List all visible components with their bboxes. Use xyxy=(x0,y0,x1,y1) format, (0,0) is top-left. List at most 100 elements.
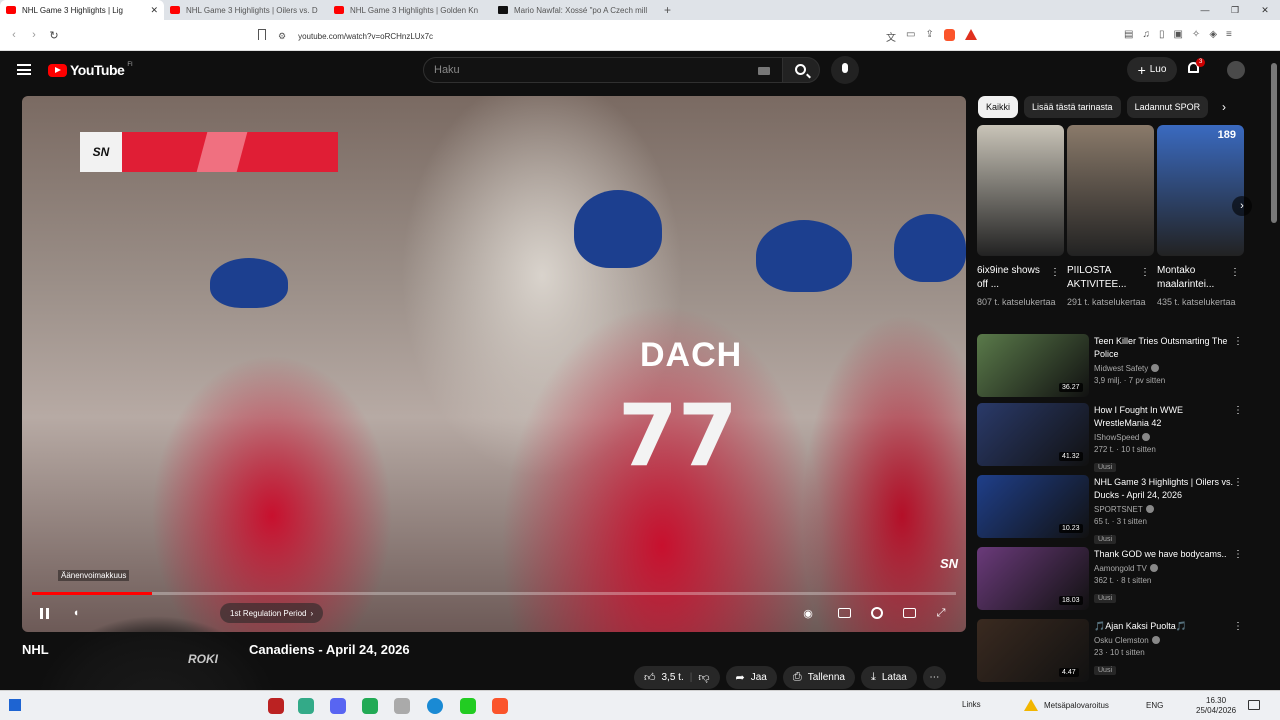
windows-start-icon[interactable] xyxy=(9,699,21,711)
clock[interactable]: 16.30 25/04/2026 xyxy=(1196,696,1236,716)
share-button[interactable]: ➦ Jaa xyxy=(725,666,777,689)
more-options-icon[interactable]: ⋮ xyxy=(1233,336,1243,347)
more-options-icon[interactable]: ⋮ xyxy=(1050,267,1060,278)
theater-mode-button[interactable] xyxy=(899,603,919,623)
app-icon-recorder[interactable] xyxy=(268,698,284,714)
video-player[interactable]: DACH 77 SN SN Äänenvoimakkuus ◖ 1st Regu… xyxy=(22,96,966,632)
download-button[interactable]: ⤓ Lataa xyxy=(860,666,917,689)
search-input[interactable] xyxy=(434,64,754,76)
video-title[interactable]: Thank GOD we have bodycams.. xyxy=(1094,548,1234,561)
filter-chip[interactable]: Ladannut SPOR xyxy=(1126,96,1209,118)
more-options-icon[interactable]: ⋮ xyxy=(1140,267,1150,278)
thumbs-down-icon[interactable]: 👎︎ xyxy=(698,671,709,684)
short-card[interactable]: 6ix9ine shows off ... ⋮ 807 t. katselukert… xyxy=(977,125,1064,309)
notification-center-icon[interactable] xyxy=(1248,700,1260,710)
avatar[interactable] xyxy=(1227,61,1245,79)
scrollbar-thumb[interactable] xyxy=(1271,63,1277,223)
links-toolbar[interactable]: Links xyxy=(962,700,981,709)
video-title[interactable]: Teen Killer Tries Outsmarting The Police xyxy=(1094,335,1234,361)
more-actions-button[interactable]: ⋯ xyxy=(922,666,946,689)
app-icon-photos[interactable] xyxy=(298,698,314,714)
menu-icon[interactable]: ≡ xyxy=(1226,29,1232,40)
reader-icon[interactable]: ▤ xyxy=(1124,29,1133,40)
settings-button[interactable] xyxy=(867,603,887,623)
shorts-next-button[interactable]: › xyxy=(1232,196,1252,216)
recommended-video[interactable]: 4.47 🎵Ajan Kaksi Puolta🎵 Osku Clemston 23 ·… xyxy=(977,619,1247,685)
subtitles-button[interactable] xyxy=(834,603,854,623)
short-card[interactable]: 189 Montako maalarintei... ⋮ 435 t. katselu… xyxy=(1157,125,1244,309)
translate-icon[interactable]: 文 xyxy=(886,29,896,44)
more-options-icon[interactable]: ⋮ xyxy=(1233,405,1243,416)
language-indicator[interactable]: ENG xyxy=(1146,701,1163,710)
edge-icon[interactable] xyxy=(427,698,443,714)
sidebar-icon[interactable]: ▯ xyxy=(1159,29,1165,40)
close-icon[interactable]: ✕ xyxy=(150,5,158,16)
forward-icon[interactable]: › xyxy=(24,29,44,41)
video-title[interactable]: 🎵Ajan Kaksi Puolta🎵 xyxy=(1094,620,1234,633)
voice-search-button[interactable] xyxy=(831,56,859,84)
recommended-video[interactable]: 18.03 Thank GOD we have bodycams.. Aamongo… xyxy=(977,547,1247,613)
maximize-button[interactable]: ❐ xyxy=(1220,0,1250,20)
short-card[interactable]: PIILOSTA AKTIVITEE... ⋮ 291 t. katselukert… xyxy=(1067,125,1154,309)
short-title[interactable]: 6ix9ine shows off ... xyxy=(977,264,1049,292)
browser-tab[interactable]: Mario Nawfal: Xossé "po A Czech mill xyxy=(492,0,656,20)
youtube-logo[interactable]: YouTube FI xyxy=(48,62,133,78)
browser-tab[interactable]: NHL Game 3 Highlights | Golden Kn xyxy=(328,0,492,20)
filter-chip[interactable]: Lisää tästä tarinasta xyxy=(1024,96,1121,118)
new-tab-button[interactable]: + xyxy=(656,3,679,17)
weather-widget[interactable]: Metsäpalovaroitus xyxy=(1024,699,1109,711)
ai-icon[interactable]: ✧ xyxy=(1192,29,1200,40)
video-title[interactable]: How I Fought In WWE WrestleMania 42 xyxy=(1094,404,1234,430)
channel-name[interactable]: Osku Clemston xyxy=(1094,635,1234,647)
short-title[interactable]: Montako maalarintei... xyxy=(1157,264,1229,292)
notifications-button[interactable]: 3 xyxy=(1188,58,1206,76)
fullscreen-button[interactable]: ⤢ xyxy=(931,603,951,623)
close-window-button[interactable]: ✕ xyxy=(1250,0,1280,20)
back-icon[interactable]: ‹ xyxy=(4,29,24,41)
channel-name[interactable]: IShowSpeed xyxy=(1094,432,1234,444)
brave-taskbar-icon[interactable] xyxy=(492,698,508,714)
short-thumbnail[interactable] xyxy=(977,125,1064,256)
search-button[interactable] xyxy=(782,57,820,83)
brave-rewards-icon[interactable] xyxy=(964,29,977,40)
video-title[interactable]: NHL Game 3 Highlights | Oilers vs. Ducks… xyxy=(1094,476,1234,502)
share-icon[interactable]: ⇪ xyxy=(925,29,933,44)
page-scrollbar[interactable] xyxy=(1268,51,1280,690)
browser-tab[interactable]: NHL Game 3 Highlights | Lig ✕ xyxy=(0,0,164,20)
brave-shield-icon[interactable] xyxy=(943,29,955,41)
more-options-icon[interactable]: ⋮ xyxy=(1233,549,1243,560)
channel-name[interactable]: Aamongold TV xyxy=(1094,563,1234,575)
chevron-right-icon[interactable]: › xyxy=(1222,100,1226,114)
site-info-icon[interactable]: ⚙ xyxy=(278,31,286,42)
wallet-icon[interactable]: ▣ xyxy=(1173,29,1182,40)
more-options-icon[interactable]: ⋮ xyxy=(1233,477,1243,488)
more-options-icon[interactable]: ⋮ xyxy=(1233,621,1243,632)
discord-icon[interactable] xyxy=(330,698,346,714)
app-icon-green[interactable] xyxy=(362,698,378,714)
music-icon[interactable]: ♫ xyxy=(1142,29,1150,40)
recommended-video[interactable]: 41.32 How I Fought In WWE WrestleMania 42… xyxy=(977,403,1247,472)
hamburger-menu-icon[interactable] xyxy=(17,64,31,75)
short-thumbnail[interactable]: 189 xyxy=(1157,125,1244,256)
like-button[interactable]: 👍︎ 3,5 t. | 👎︎ xyxy=(634,666,720,689)
save-button[interactable]: ⎙ Tallenna xyxy=(782,666,855,689)
keyboard-icon[interactable] xyxy=(758,67,770,75)
recommended-video[interactable]: 10.23 NHL Game 3 Highlights | Oilers vs. … xyxy=(977,475,1247,544)
progress-bar[interactable] xyxy=(32,592,956,595)
channel-name[interactable]: Midwest Safety xyxy=(1094,363,1234,375)
more-options-icon[interactable]: ⋮ xyxy=(1230,267,1240,278)
create-button[interactable]: + Luo xyxy=(1127,57,1177,82)
autoplay-toggle[interactable]: ◉ xyxy=(800,603,816,623)
minimize-button[interactable]: — xyxy=(1190,0,1220,20)
channel-name[interactable]: SPORTSNET xyxy=(1094,504,1234,516)
recommended-video[interactable]: 36.27 Teen Killer Tries Outsmarting The P… xyxy=(977,334,1247,400)
reload-icon[interactable]: ↻ xyxy=(44,29,64,42)
browser-tab[interactable]: NHL Game 3 Highlights | Oilers vs. D xyxy=(164,0,328,20)
bookmark-icon[interactable] xyxy=(258,29,266,40)
app-icon-play[interactable] xyxy=(460,698,476,714)
short-thumbnail[interactable] xyxy=(1067,125,1154,256)
cast-icon[interactable]: ▭ xyxy=(906,29,915,44)
vpn-icon[interactable]: ◈ xyxy=(1209,29,1217,40)
app-icon-shield[interactable] xyxy=(394,698,410,714)
filter-chip[interactable]: Kaikki xyxy=(978,96,1019,118)
